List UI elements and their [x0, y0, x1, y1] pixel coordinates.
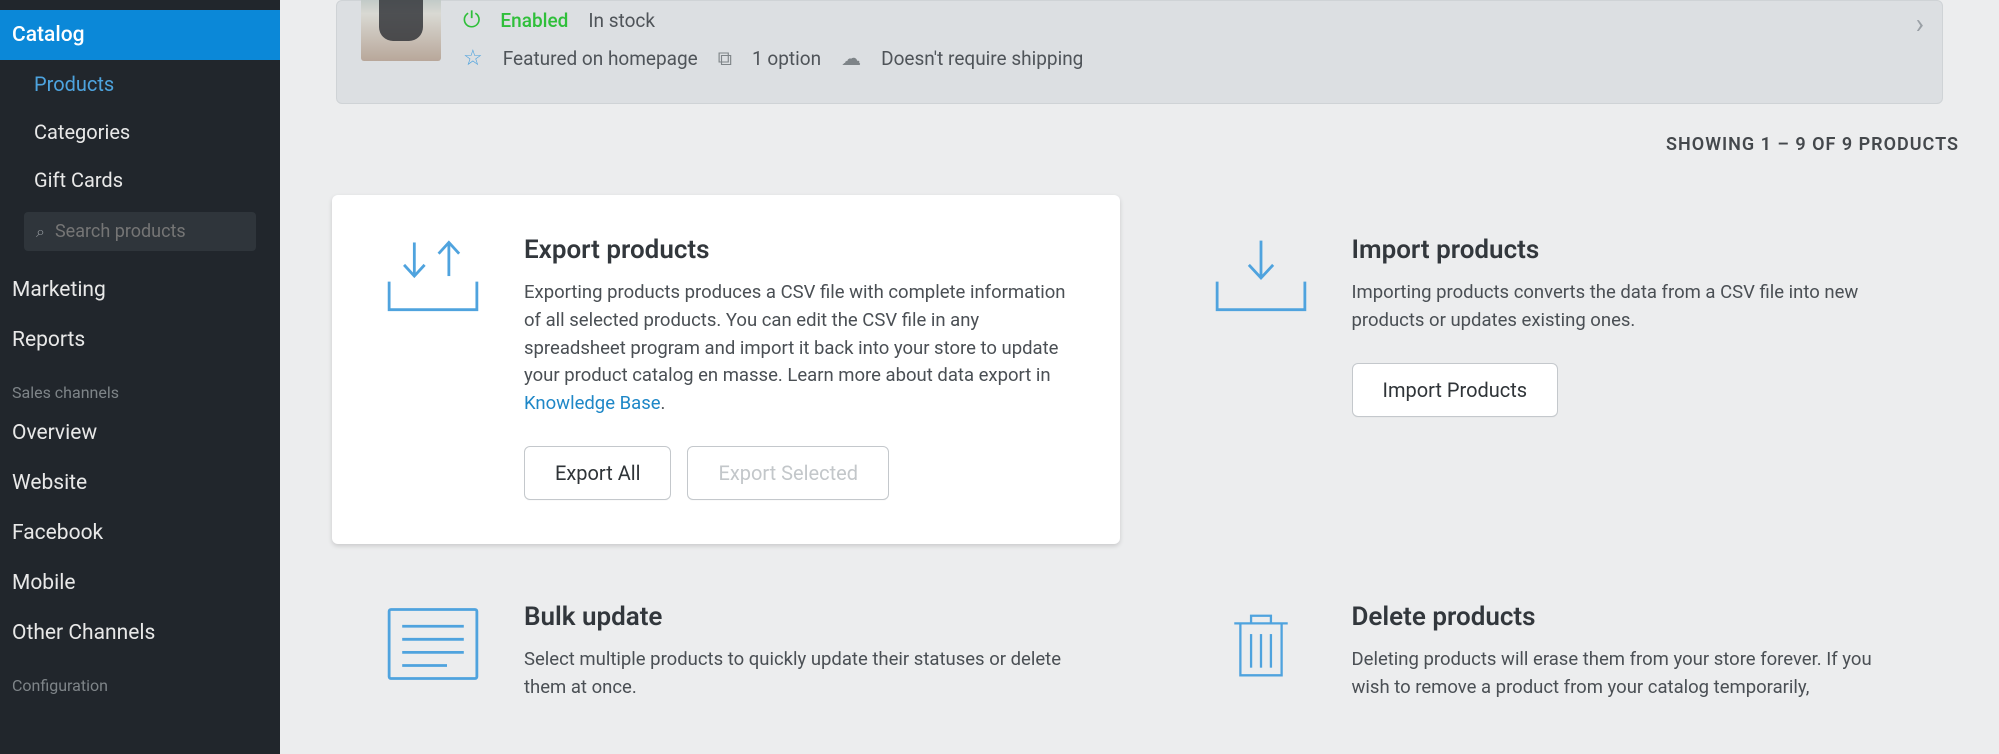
product-featured: Featured on homepage	[503, 47, 698, 70]
import-products-button[interactable]: Import Products	[1352, 363, 1559, 417]
bulk-update-panel: Bulk update Select multiple products to …	[332, 578, 1120, 702]
sidebar-item-website[interactable]: Website	[0, 458, 280, 508]
product-stock: In stock	[588, 9, 655, 32]
knowledge-base-link[interactable]: Knowledge Base	[524, 392, 661, 414]
delete-panel: Delete products Deleting products will e…	[1160, 578, 1948, 702]
sidebar-item-other-channels[interactable]: Other Channels	[0, 608, 280, 658]
export-panel: Export products Exporting products produ…	[332, 195, 1120, 544]
list-icon	[380, 602, 486, 686]
import-desc: Importing products converts the data fro…	[1352, 279, 1900, 335]
search-input[interactable]	[55, 221, 244, 242]
sidebar-item-mobile[interactable]: Mobile	[0, 558, 280, 608]
star-icon: ☆	[463, 46, 483, 71]
sidebar-item-facebook[interactable]: Facebook	[0, 508, 280, 558]
sidebar: Catalog Products Categories Gift Cards ⌕…	[0, 0, 280, 754]
trash-icon	[1208, 602, 1314, 686]
search-box[interactable]: ⌕	[24, 212, 256, 251]
sidebar-item-giftcards[interactable]: Gift Cards	[0, 156, 280, 204]
import-title: Import products	[1352, 235, 1900, 265]
export-all-button[interactable]: Export All	[524, 446, 671, 500]
export-selected-button: Export Selected	[687, 446, 889, 500]
sidebar-item-reports[interactable]: Reports	[0, 315, 280, 365]
cloud-icon: ☁	[841, 46, 861, 70]
delete-desc: Deleting products will erase them from y…	[1352, 646, 1900, 702]
import-icon	[1208, 235, 1314, 319]
power-icon: ⏻	[463, 8, 480, 33]
sidebar-item-categories[interactable]: Categories	[0, 108, 280, 156]
product-thumb-image	[361, 0, 441, 61]
sidebar-item-marketing[interactable]: Marketing	[0, 265, 280, 315]
search-icon: ⌕	[36, 222, 45, 242]
chevron-right-icon[interactable]: ›	[1916, 7, 1924, 40]
import-panel: Import products Importing products conve…	[1160, 195, 1948, 544]
product-option: 1 option	[752, 47, 821, 70]
export-icon	[380, 235, 486, 319]
bulk-desc: Select multiple products to quickly upda…	[524, 646, 1072, 702]
showing-count: SHOWING 1 – 9 OF 9 PRODUCTS	[280, 134, 1959, 155]
sidebar-item-products[interactable]: Products	[0, 60, 280, 108]
export-title: Export products	[524, 235, 1072, 265]
delete-title: Delete products	[1352, 602, 1900, 632]
product-status-enabled: Enabled	[500, 9, 568, 32]
product-card[interactable]: ⏻ Enabled In stock ☆ Featured on homepag…	[336, 0, 1943, 104]
product-noship: Doesn't require shipping	[881, 47, 1083, 70]
sidebar-section-config: Configuration	[0, 658, 280, 701]
sidebar-item-catalog[interactable]: Catalog	[0, 10, 280, 60]
copy-icon: ⧉	[718, 46, 732, 70]
sidebar-item-overview[interactable]: Overview	[0, 408, 280, 458]
export-desc: Exporting products produces a CSV file w…	[524, 279, 1072, 418]
sidebar-section-channels: Sales channels	[0, 365, 280, 408]
bulk-title: Bulk update	[524, 602, 1072, 632]
main-content: ⏻ Enabled In stock ☆ Featured on homepag…	[280, 0, 1999, 754]
